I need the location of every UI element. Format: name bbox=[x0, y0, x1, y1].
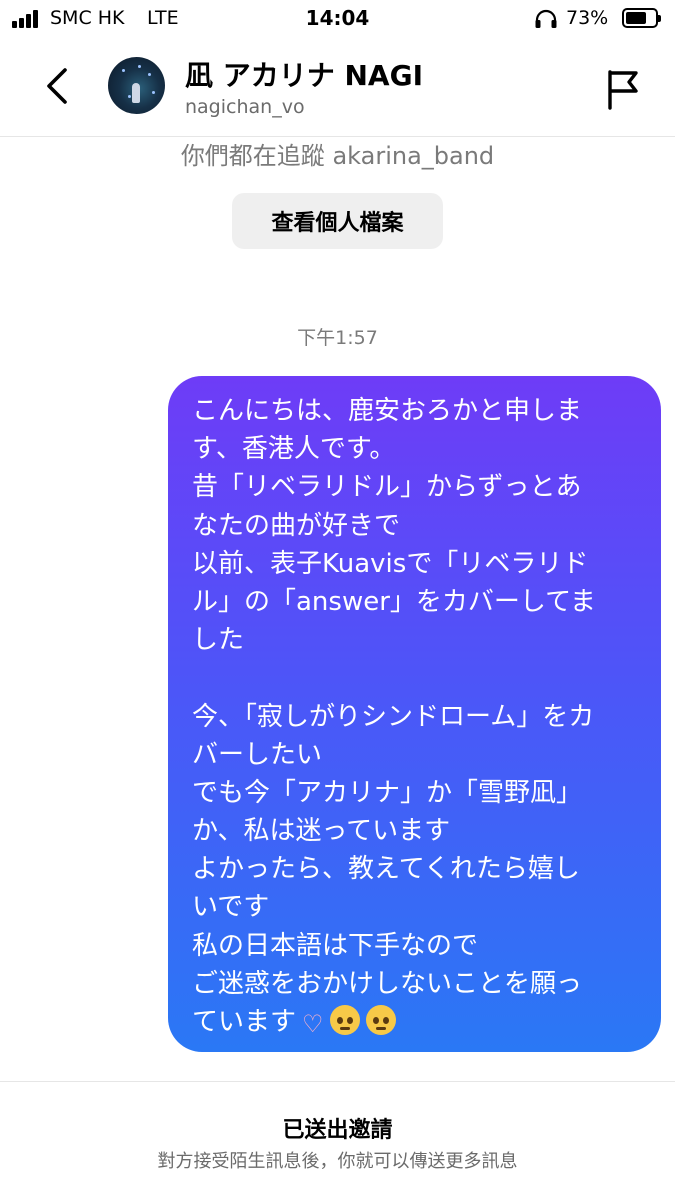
message-line: ル」の「answer」をカバーしてま bbox=[192, 586, 596, 617]
battery-icon bbox=[622, 8, 661, 28]
chat-header: 凪 アカリナ NAGI nagichan_vo bbox=[0, 40, 675, 137]
battery-percent: 73% bbox=[566, 7, 609, 29]
message-line: か、私は迷っています bbox=[192, 816, 451, 847]
invite-sent-footer: 已送出邀請 對方接受陌生訊息後，你就可以傳送更多訊息 bbox=[0, 1081, 675, 1201]
message-line: バーしたい bbox=[192, 739, 323, 770]
message-line: す、香港人です。 bbox=[192, 434, 396, 465]
message-line: でも今「アカリナ」か「雪野凪」 bbox=[192, 777, 583, 808]
contact-username[interactable]: nagichan_vo bbox=[185, 96, 305, 118]
invite-sent-title: 已送出邀請 bbox=[282, 1118, 393, 1143]
message-line-text: ています bbox=[192, 1007, 297, 1037]
avatar[interactable] bbox=[108, 57, 165, 114]
message-line: いです bbox=[192, 892, 270, 923]
message-line: 私の日本語は下手なので bbox=[192, 930, 479, 961]
message-line bbox=[192, 659, 635, 697]
status-bar: SMC HK LTE 14:04 73% bbox=[0, 0, 675, 40]
invite-sent-subtitle: 對方接受陌生訊息後，你就可以傳送更多訊息 bbox=[157, 1151, 518, 1172]
message-line: こんにちは、鹿安おろかと申しま bbox=[192, 396, 583, 426]
message-line: 以前、表子Kuavisで「リベラリド bbox=[192, 548, 589, 579]
message-line: 昔「リベラリドル」からずっとあ bbox=[192, 472, 582, 503]
mutual-follow-text: 你們都在追蹤 akarina_band bbox=[180, 142, 495, 170]
message-line: 今、「寂しがりシンドローム」をカ bbox=[192, 701, 595, 732]
message-line: ご迷惑をおかけしないことを願っ bbox=[192, 968, 583, 999]
heart-hands-emoji-icon: ♡ bbox=[302, 1010, 324, 1038]
pleading-face-emoji-icon bbox=[365, 1005, 396, 1035]
message-last-line: ています ♡ bbox=[192, 1003, 635, 1041]
message-timestamp: 下午1:57 bbox=[297, 327, 378, 349]
message-line: なたの曲が好きで bbox=[192, 510, 401, 541]
message-line: よかったら、教えてくれたら嬉し bbox=[192, 854, 580, 885]
view-profile-button[interactable]: 查看個人檔案 bbox=[232, 193, 443, 249]
sent-message-bubble[interactable]: こんにちは、鹿安おろかと申しま す、香港人です。 昔「リベラリドル」からずっとあ… bbox=[168, 376, 661, 1052]
back-chevron-icon[interactable] bbox=[38, 64, 78, 108]
contact-name[interactable]: 凪 アカリナ NAGI bbox=[185, 54, 423, 94]
message-line: した bbox=[192, 625, 245, 656]
pleading-face-emoji-icon bbox=[329, 1005, 360, 1035]
flag-icon[interactable] bbox=[603, 68, 643, 110]
headphones-icon bbox=[535, 9, 557, 28]
